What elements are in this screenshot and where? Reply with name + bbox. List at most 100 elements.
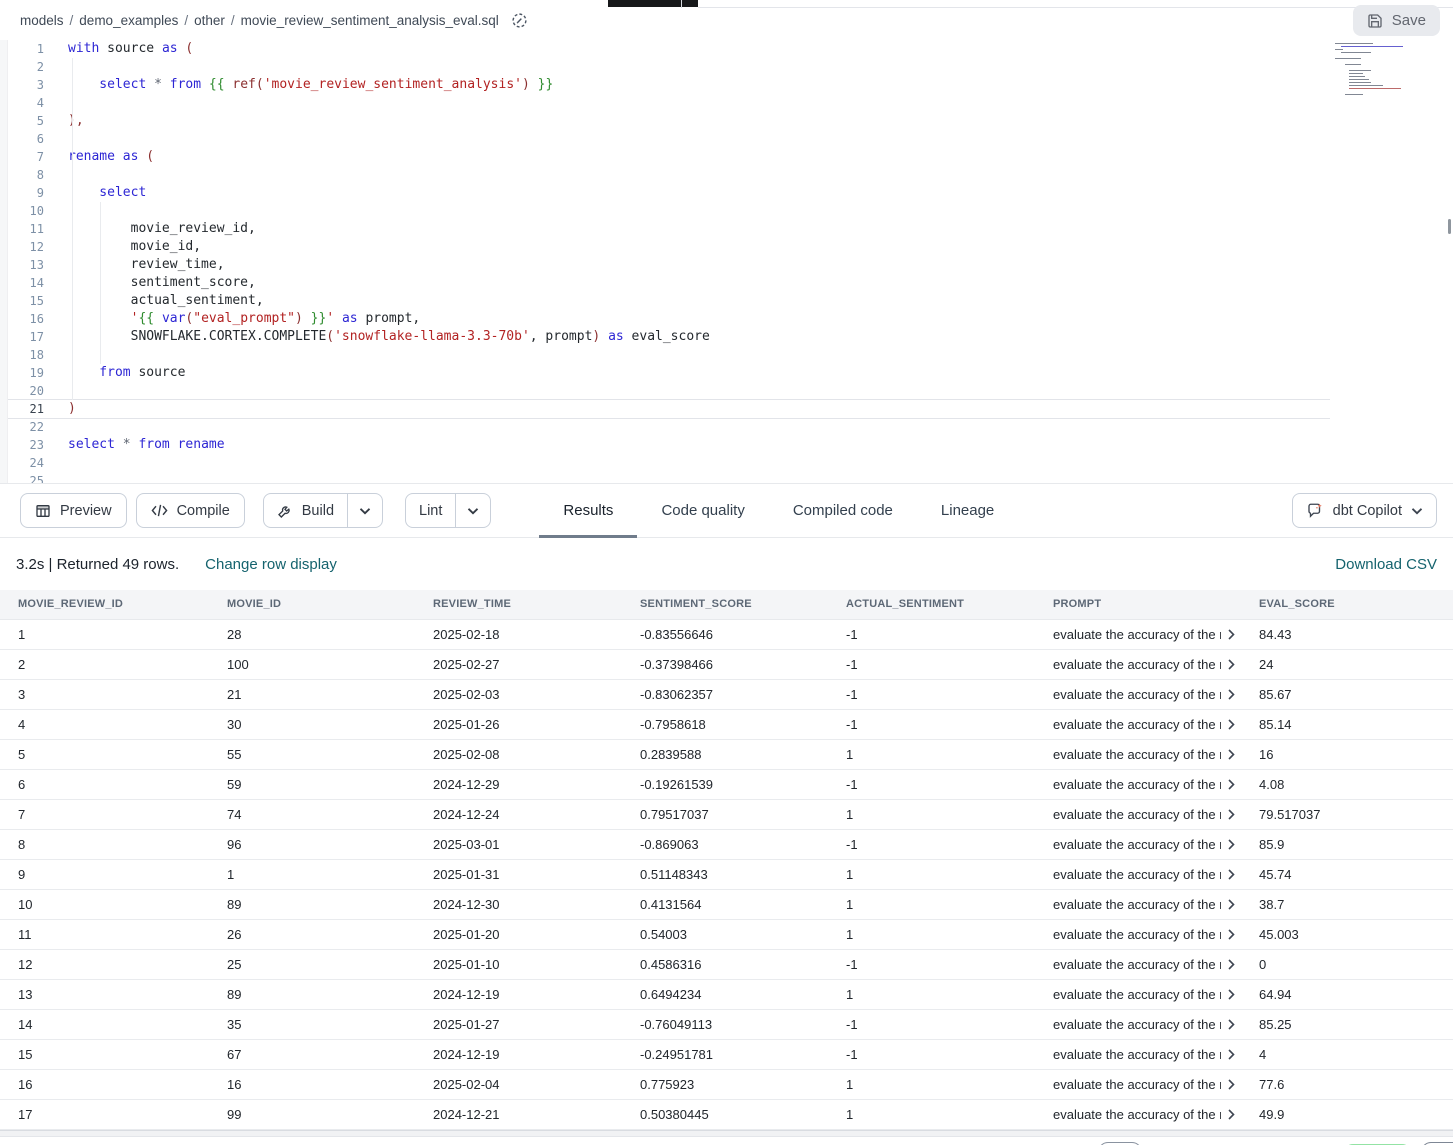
save-button[interactable]: Save xyxy=(1353,5,1440,36)
dbt-copilot-button[interactable]: dbt Copilot xyxy=(1292,493,1437,528)
minimap[interactable] xyxy=(1335,43,1445,99)
column-header-actual_sentiment[interactable]: ACTUAL_SENTIMENT xyxy=(828,590,1035,619)
table-row[interactable]: 4302025-01-26-0.7958618-1evaluate the ac… xyxy=(0,709,1453,739)
preview-button[interactable]: Preview xyxy=(20,493,127,528)
expand-prompt-icon[interactable] xyxy=(1228,779,1235,790)
code-line-24[interactable]: 24 xyxy=(0,454,1453,472)
expand-prompt-icon[interactable] xyxy=(1228,1079,1235,1090)
breadcrumb-item[interactable]: demo_examples xyxy=(79,13,178,28)
code-line-4[interactable]: 4 xyxy=(0,94,1453,112)
table-row[interactable]: 13892024-12-190.64942341evaluate the acc… xyxy=(0,979,1453,1009)
expand-prompt-icon[interactable] xyxy=(1228,689,1235,700)
table-cell: 2025-03-01 xyxy=(415,829,622,859)
table-row[interactable]: 912025-01-310.511483431evaluate the accu… xyxy=(0,859,1453,889)
table-cell: 10 xyxy=(0,889,209,919)
editor-scrollbar-thumb[interactable] xyxy=(1448,219,1451,234)
code-line-2[interactable]: 2 xyxy=(0,58,1453,76)
sql-code-editor[interactable]: 1with source as (23 select * from {{ ref… xyxy=(0,40,1453,483)
code-line-10[interactable]: 10 xyxy=(0,202,1453,220)
tab-lineage[interactable]: Lineage xyxy=(917,483,1018,538)
table-row[interactable]: 7742024-12-240.795170371evaluate the acc… xyxy=(0,799,1453,829)
table-row[interactable]: 16162025-02-040.7759231evaluate the accu… xyxy=(0,1069,1453,1099)
table-row[interactable]: 1282025-02-18-0.83556646-1evaluate the a… xyxy=(0,619,1453,649)
expand-prompt-icon[interactable] xyxy=(1228,1019,1235,1030)
column-header-prompt[interactable]: PROMPT xyxy=(1035,590,1241,619)
table-row[interactable]: 11262025-01-200.540031evaluate the accur… xyxy=(0,919,1453,949)
expand-prompt-icon[interactable] xyxy=(1228,839,1235,850)
table-cell: 74 xyxy=(209,799,415,829)
code-line-3[interactable]: 3 select * from {{ ref('movie_review_sen… xyxy=(0,76,1453,94)
breadcrumb-item[interactable]: movie_review_sentiment_analysis_eval.sql xyxy=(241,13,499,28)
code-line-18[interactable]: 18 xyxy=(0,346,1453,364)
code-line-15[interactable]: 15 actual_sentiment, xyxy=(0,292,1453,310)
expand-prompt-icon[interactable] xyxy=(1228,629,1235,640)
table-cell: 2024-12-21 xyxy=(415,1099,622,1129)
table-row[interactable]: 17992024-12-210.503804451evaluate the ac… xyxy=(0,1099,1453,1129)
table-row[interactable]: 14352025-01-27-0.76049113-1evaluate the … xyxy=(0,1009,1453,1039)
code-line-12[interactable]: 12 movie_id, xyxy=(0,238,1453,256)
expand-prompt-icon[interactable] xyxy=(1228,989,1235,1000)
table-row[interactable]: 21002025-02-27-0.37398466-1evaluate the … xyxy=(0,649,1453,679)
change-row-display-link[interactable]: Change row display xyxy=(205,556,337,573)
tab-results[interactable]: Results xyxy=(539,483,637,538)
expand-prompt-icon[interactable] xyxy=(1228,899,1235,910)
prompt-text: evaluate the accuracy of the res… xyxy=(1053,687,1221,702)
code-line-19[interactable]: 19 from source xyxy=(0,364,1453,382)
expand-prompt-icon[interactable] xyxy=(1228,809,1235,820)
expand-prompt-icon[interactable] xyxy=(1228,719,1235,730)
lint-button[interactable]: Lint xyxy=(406,494,456,527)
code-line-9[interactable]: 9 select xyxy=(0,184,1453,202)
code-line-22[interactable]: 22 xyxy=(0,418,1453,436)
column-header-review_time[interactable]: REVIEW_TIME xyxy=(415,590,622,619)
bottom-button-fragment[interactable] xyxy=(1421,1142,1453,1145)
table-row[interactable]: 12252025-01-100.4586316-1evaluate the ac… xyxy=(0,949,1453,979)
table-row[interactable]: 8962025-03-01-0.869063-1evaluate the acc… xyxy=(0,829,1453,859)
code-line-6[interactable]: 6 xyxy=(0,130,1453,148)
bottom-button-fragment[interactable] xyxy=(1098,1142,1142,1145)
code-line-8[interactable]: 8 xyxy=(0,166,1453,184)
table-cell: -1 xyxy=(828,1009,1035,1039)
table-cell: 2025-02-04 xyxy=(415,1069,622,1099)
column-header-eval_score[interactable]: EVAL_SCORE xyxy=(1241,590,1453,619)
preview-label: Preview xyxy=(60,503,112,519)
code-line-16[interactable]: 16 '{{ var("eval_prompt") }}' as prompt, xyxy=(0,310,1453,328)
code-line-17[interactable]: 17 SNOWFLAKE.CORTEX.COMPLETE('snowflake-… xyxy=(0,328,1453,346)
code-line-11[interactable]: 11 movie_review_id, xyxy=(0,220,1453,238)
column-header-sentiment_score[interactable]: SENTIMENT_SCORE xyxy=(622,590,828,619)
column-header-movie_id[interactable]: MOVIE_ID xyxy=(209,590,415,619)
code-line-7[interactable]: 7rename as ( xyxy=(0,148,1453,166)
code-line-5[interactable]: 5), xyxy=(0,112,1453,130)
build-dropdown-chevron[interactable] xyxy=(348,494,382,527)
expand-prompt-icon[interactable] xyxy=(1228,1109,1235,1120)
table-row[interactable]: 10892024-12-300.41315641evaluate the acc… xyxy=(0,889,1453,919)
expand-prompt-icon[interactable] xyxy=(1228,929,1235,940)
code-line-25[interactable]: 25 xyxy=(0,472,1453,483)
code-line-20[interactable]: 20 xyxy=(0,382,1453,400)
column-header-movie_review_id[interactable]: MOVIE_REVIEW_ID xyxy=(0,590,209,619)
breadcrumb-item[interactable]: other xyxy=(194,13,225,28)
table-cell: 0.775923 xyxy=(622,1069,828,1099)
code-line-1[interactable]: 1with source as ( xyxy=(0,40,1453,58)
code-line-13[interactable]: 13 review_time, xyxy=(0,256,1453,274)
expand-prompt-icon[interactable] xyxy=(1228,1049,1235,1060)
expand-prompt-icon[interactable] xyxy=(1228,959,1235,970)
build-button[interactable]: Build xyxy=(264,494,348,527)
code-line-23[interactable]: 23select * from rename xyxy=(0,436,1453,454)
code-line-14[interactable]: 14 sentiment_score, xyxy=(0,274,1453,292)
tab-code-quality[interactable]: Code quality xyxy=(637,483,768,538)
table-row[interactable]: 3212025-02-03-0.83062357-1evaluate the a… xyxy=(0,679,1453,709)
code-text: with source as ( xyxy=(44,40,193,58)
table-row[interactable]: 15672024-12-19-0.24951781-1evaluate the … xyxy=(0,1039,1453,1069)
table-row[interactable]: 5552025-02-080.28395881evaluate the accu… xyxy=(0,739,1453,769)
breadcrumb-item[interactable]: models xyxy=(20,13,64,28)
expand-prompt-icon[interactable] xyxy=(1228,869,1235,880)
table-row[interactable]: 6592024-12-29-0.19261539-1evaluate the a… xyxy=(0,769,1453,799)
code-line-21[interactable]: 21) xyxy=(0,400,1330,418)
lint-dropdown-chevron[interactable] xyxy=(456,494,490,527)
expand-prompt-icon[interactable] xyxy=(1228,749,1235,760)
download-csv-link[interactable]: Download CSV xyxy=(1335,556,1437,573)
expand-prompt-icon[interactable] xyxy=(1228,659,1235,670)
build-split-button: Build xyxy=(263,493,383,528)
compile-button[interactable]: Compile xyxy=(136,493,245,528)
tab-compiled-code[interactable]: Compiled code xyxy=(769,483,917,538)
